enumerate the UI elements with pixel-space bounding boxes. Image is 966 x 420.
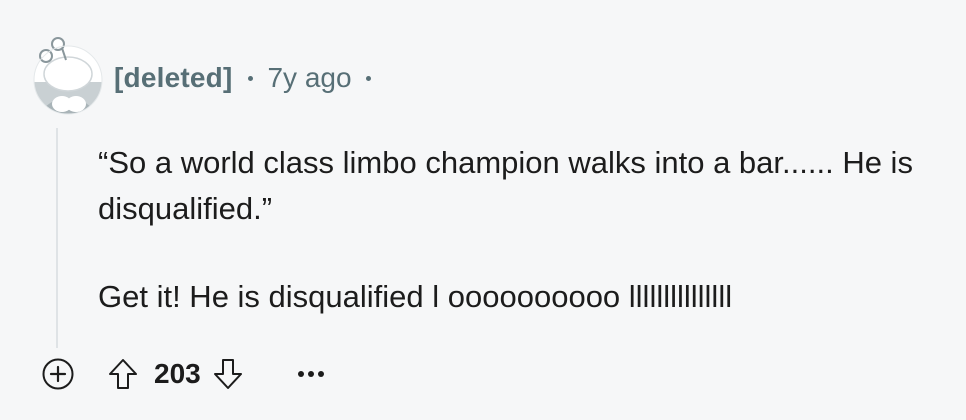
comment-paragraph: Get it! He is disqualified l oooooooooo … [98,279,733,314]
comment-meta: [deleted] 7y ago [114,58,371,98]
arrow-down-icon [213,359,242,389]
comment-actions: 203 [40,354,331,394]
comment-paragraph: “So a world class limbo champion walks i… [98,145,913,226]
expand-button[interactable] [40,356,76,392]
separator-dot [365,75,371,81]
arrow-up-icon [109,359,137,389]
comment-body: “So a world class limbo champion walks i… [98,140,938,320]
ellipsis-icon [297,371,324,377]
deleted-user-snoo-icon[interactable] [32,34,104,116]
upvote-button[interactable] [104,354,142,394]
downvote-button[interactable] [209,354,247,394]
thread-line[interactable] [56,128,58,348]
separator-dot [248,75,254,81]
plus-circle-icon [42,358,74,390]
author-name[interactable]: [deleted] [114,62,232,94]
comment-age: 7y ago [267,62,352,93]
more-options-button[interactable] [291,354,331,394]
vote-score: 203 [154,358,201,389]
comment: [deleted] 7y ago “So a world class limbo… [0,0,966,420]
